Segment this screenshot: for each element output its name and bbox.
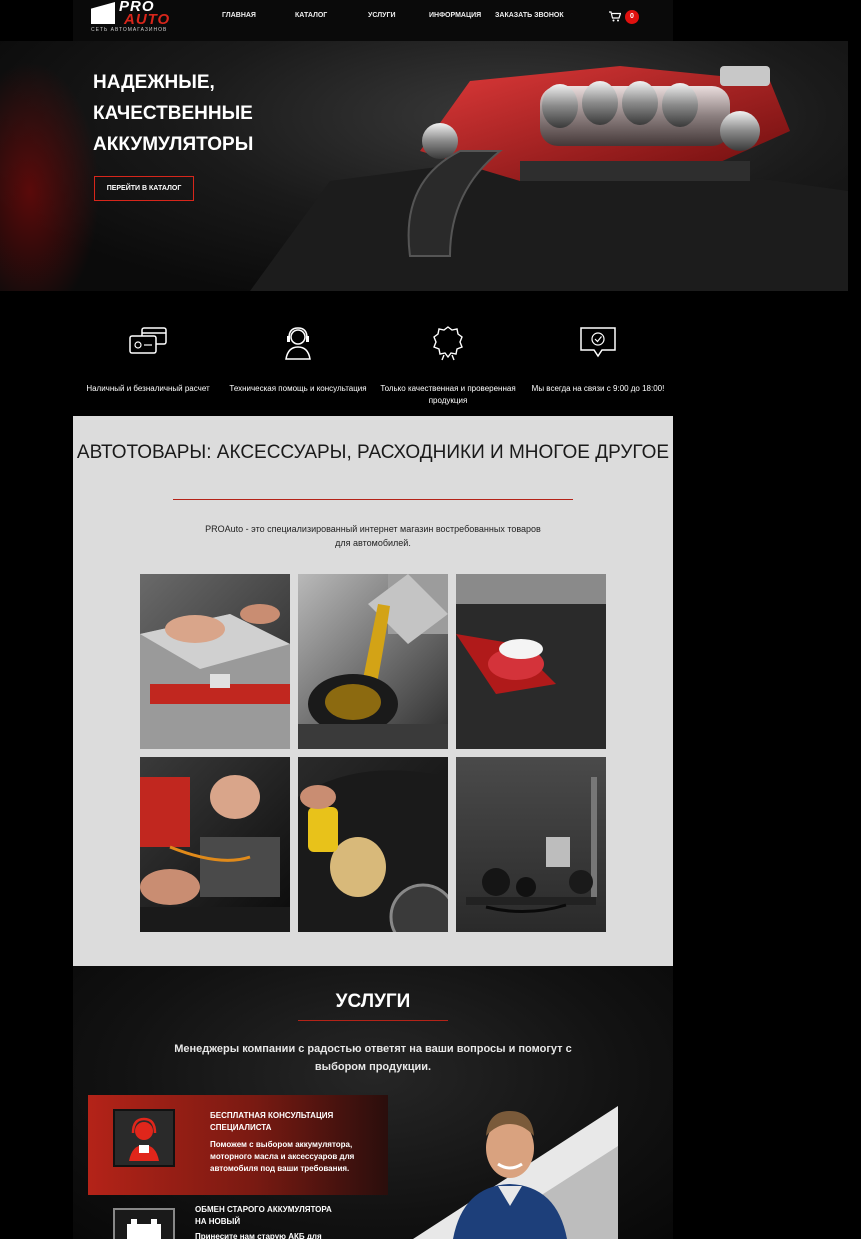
quality-badge-icon — [433, 326, 463, 361]
products-section: АВТОТОВАРЫ: АКСЕССУАРЫ, РАСХОДНИКИ И МНО… — [73, 416, 673, 966]
chat-check-icon — [580, 327, 616, 358]
feature-contact-text: Мы всегда на связи с 9:00 до 18:00! — [531, 384, 665, 393]
nav-callback[interactable]: ЗАКАЗАТЬ ЗВОНОК — [495, 12, 564, 19]
service-text-exchange: Принесите нам старую АКБ для — [195, 1232, 322, 1239]
nav-info[interactable]: ИНФОРМАЦИЯ — [429, 12, 481, 19]
engine-oil-photo — [298, 574, 448, 749]
logo-subtitle: СЕТЬ АВТОМАГАЗИНОВ — [91, 27, 168, 33]
cart-count-badge: 0 — [625, 10, 639, 24]
product-tile-battery[interactable] — [140, 574, 290, 749]
service-title-exchange: ОБМЕН СТАРОГО АККУМУЛЯТОРА НА НОВЫЙ — [195, 1205, 332, 1226]
feature-quality: Только качественная и проверенная продук… — [373, 325, 523, 407]
hero-banner: НАДЕЖНЫЕ, КАЧЕСТВЕННЫЕ АККУМУЛЯТОРЫ ПЕРЕ… — [0, 41, 848, 291]
services-section: УСЛУГИ Менеджеры компании с радостью отв… — [73, 966, 673, 1239]
service-card-consultation[interactable]: БЕСПЛАТНАЯ КОНСУЛЬТАЦИЯ СПЕЦИАЛИСТА Помо… — [88, 1095, 388, 1195]
product-tile-wiring[interactable] — [140, 757, 290, 932]
logo[interactable]: PRO AUTO СЕТЬ АВТОМАГАЗИНОВ — [91, 0, 171, 34]
cart-button[interactable]: 0 — [609, 10, 641, 24]
products-description: PROAuto - это специализированный интерне… — [205, 524, 541, 548]
logo-mark-icon — [91, 2, 115, 24]
engine-cleaning-photo — [456, 574, 606, 749]
product-tile-cleaning[interactable] — [456, 574, 606, 749]
nav-home[interactable]: ГЛАВНАЯ — [222, 12, 256, 19]
consultant-icon — [113, 1109, 175, 1167]
products-title: АВТОТОВАРЫ: АКСЕССУАРЫ, РАСХОДНИКИ И МНО… — [76, 442, 670, 463]
product-tile-oil[interactable] — [298, 574, 448, 749]
cart-icon — [609, 11, 621, 22]
payment-cards-icon — [129, 327, 167, 354]
feature-payment: Наличный и безналичный расчет — [73, 325, 223, 395]
battery-exchange-icon — [113, 1208, 175, 1239]
product-tile-polishing[interactable] — [298, 757, 448, 932]
services-title: УСЛУГИ — [335, 991, 411, 1012]
battery-photo — [140, 604, 290, 749]
hero-title: НАДЕЖНЫЕ, КАЧЕСТВЕННЫЕ АККУМУЛЯТОРЫ — [93, 72, 254, 155]
services-title-divider — [298, 1020, 448, 1021]
worker-photo — [413, 1106, 618, 1239]
feature-contact: Мы всегда на связи с 9:00 до 18:00! — [523, 325, 673, 395]
wiring-repair-photo — [140, 775, 290, 932]
feature-quality-text: Только качественная и проверенная продук… — [380, 384, 516, 405]
service-title-consultation: БЕСПЛАТНАЯ КОНСУЛЬТАЦИЯ СПЕЦИАЛИСТА — [210, 1111, 334, 1132]
feature-payment-text: Наличный и безналичный расчет — [86, 384, 210, 393]
logo-auto-text: AUTO — [124, 11, 171, 28]
products-title-divider — [173, 499, 573, 500]
feature-support-text: Техническая помощь и консультация — [229, 384, 367, 393]
car-polishing-photo — [298, 770, 448, 932]
auto-parts-photo — [466, 777, 597, 913]
catalog-button[interactable]: ПЕРЕЙТИ В КАТАЛОГ — [94, 176, 194, 201]
support-headset-icon — [285, 327, 311, 360]
services-description: Менеджеры компании с радостью ответят на… — [174, 1043, 572, 1073]
feature-support: Техническая помощь и консультация — [223, 325, 373, 395]
site-header: PRO AUTO СЕТЬ АВТОМАГАЗИНОВ ГЛАВНАЯ КАТА… — [73, 0, 673, 41]
product-tile-parts[interactable] — [456, 757, 606, 932]
nav-catalog[interactable]: КАТАЛОГ — [295, 12, 327, 19]
service-text-consultation: Поможем с выбором аккумулятора, моторног… — [210, 1140, 355, 1173]
nav-services[interactable]: УСЛУГИ — [368, 12, 396, 19]
